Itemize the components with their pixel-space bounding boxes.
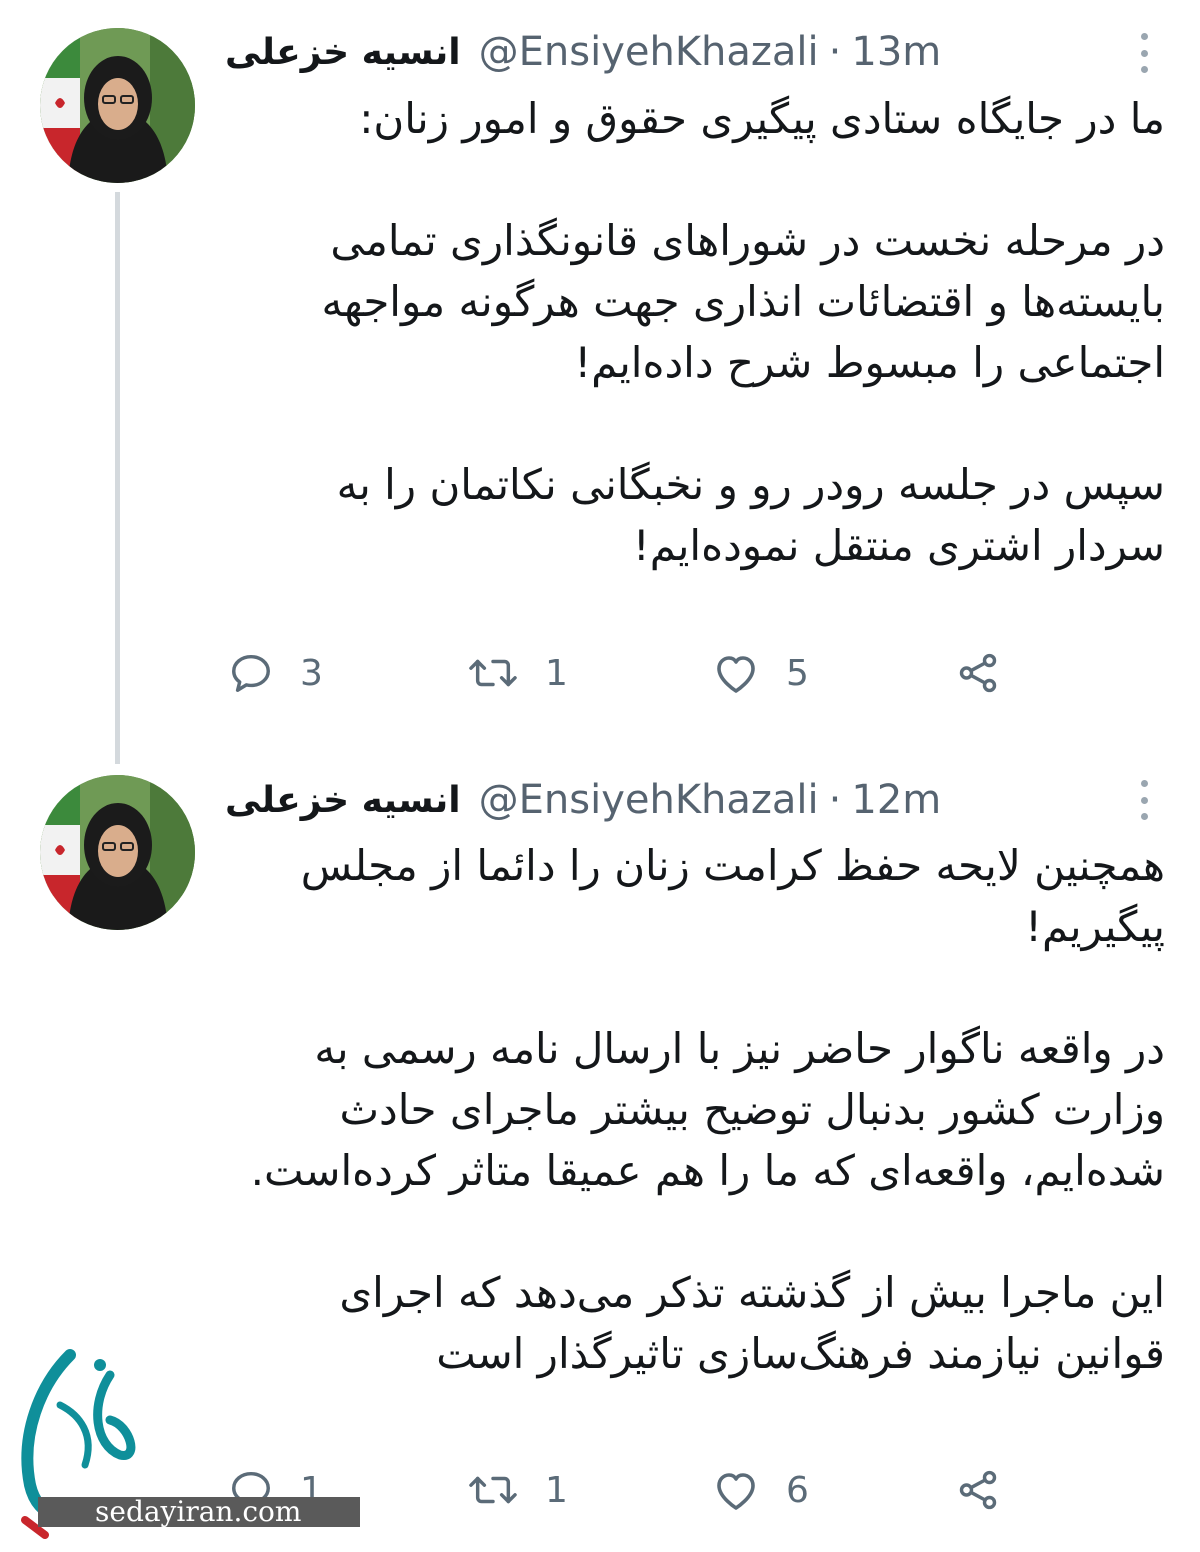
tweet-actions: 3 1 5: [0, 650, 1200, 710]
avatar-photo-icon: [40, 775, 195, 930]
reply-bubble-icon: [232, 654, 270, 692]
like-count: 6: [786, 1469, 809, 1511]
reply-button[interactable]: 3: [228, 650, 323, 696]
reply-count: 3: [300, 652, 323, 694]
share-button[interactable]: [955, 650, 1001, 696]
tweet-header: انسیه خزعلی @EnsiyehKhazali · 12m: [225, 770, 1005, 830]
avatar[interactable]: [40, 775, 195, 930]
avatar-photo-icon: [40, 28, 195, 183]
heart-icon: [717, 656, 755, 693]
retweet-button[interactable]: 1: [467, 650, 568, 696]
separator-dot: ·: [828, 29, 842, 75]
author-name[interactable]: انسیه خزعلی: [225, 780, 461, 821]
retweet-count: 1: [545, 1469, 568, 1511]
tweet-timestamp[interactable]: 12m: [851, 777, 941, 823]
share-icon: [959, 1470, 997, 1510]
retweet-button[interactable]: 1: [467, 1467, 568, 1513]
retweet-count: 1: [545, 652, 568, 694]
heart-icon: [717, 1473, 755, 1510]
share-button[interactable]: [955, 1467, 1001, 1513]
author-name[interactable]: انسیه خزعلی: [225, 32, 461, 73]
more-vertical-icon[interactable]: [1138, 33, 1150, 73]
tweet-timestamp[interactable]: 13m: [851, 29, 941, 75]
separator-dot: ·: [828, 777, 842, 823]
tweet-text: همچنین لایحه حفظ کرامت زنان را دائما از …: [250, 841, 1165, 1378]
more-vertical-icon[interactable]: [1138, 780, 1150, 820]
tweet-text: ما در جایگاه ستادی پیگیری حقوق و امور زن…: [321, 94, 1165, 570]
like-button[interactable]: 5: [712, 650, 809, 696]
avatar[interactable]: [40, 28, 195, 183]
retweet-icon: [469, 1476, 517, 1504]
share-icon: [959, 653, 997, 693]
like-count: 5: [786, 652, 809, 694]
author-handle[interactable]: @EnsiyehKhazali: [479, 29, 819, 75]
retweet-icon: [469, 659, 517, 687]
like-button[interactable]: 6: [712, 1467, 809, 1513]
watermark-site: sedayiran.com: [95, 1495, 302, 1528]
tweet-header: انسیه خزعلی @EnsiyehKhazali · 13m: [225, 22, 1005, 82]
author-handle[interactable]: @EnsiyehKhazali: [479, 777, 819, 823]
